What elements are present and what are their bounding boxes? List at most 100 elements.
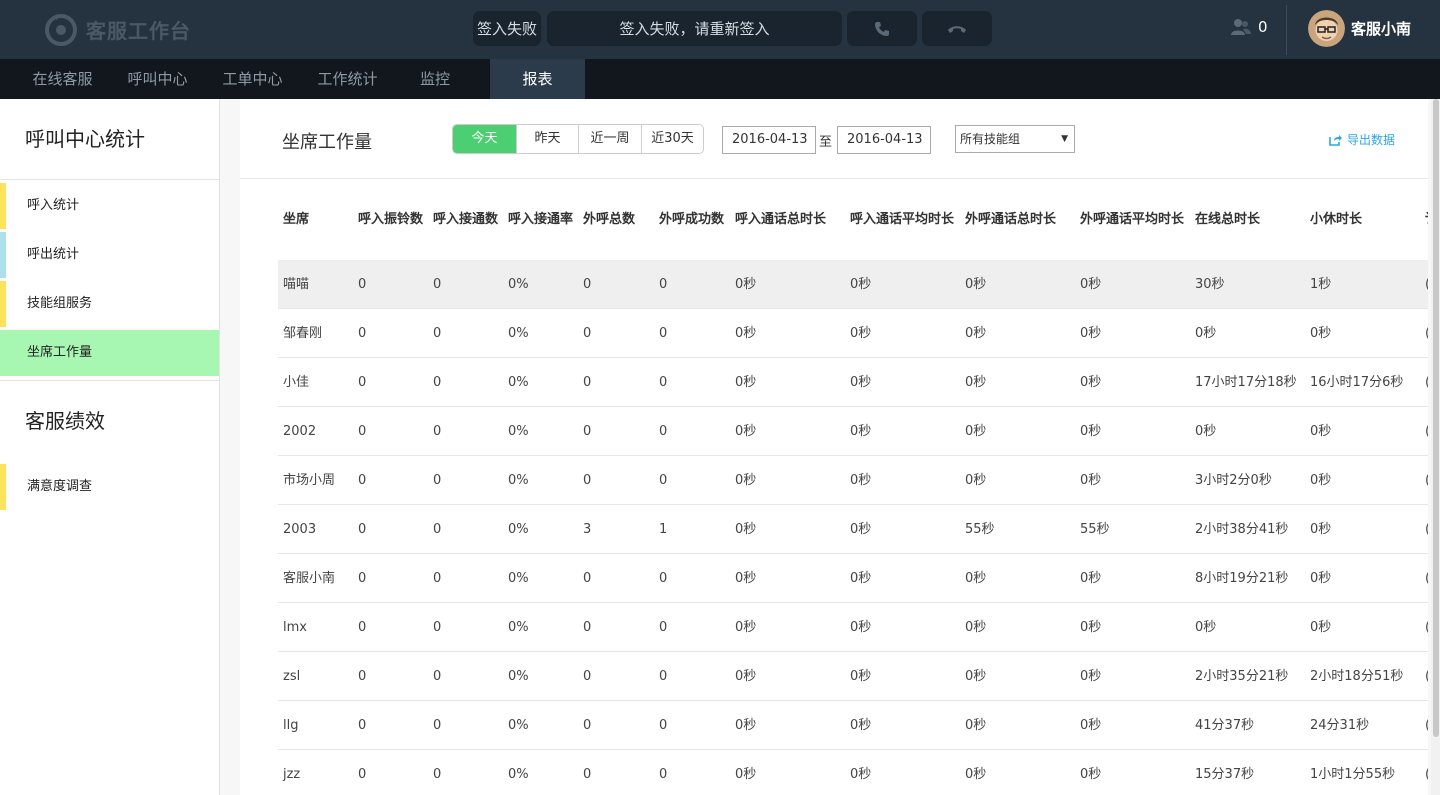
column-header[interactable]: 小休时长: [1305, 179, 1420, 260]
table-cell: jzz: [283, 767, 301, 782]
nav-reports[interactable]: 报表: [490, 59, 585, 99]
sidebar-item[interactable]: 坐席工作量: [0, 330, 219, 376]
table-cell: 0秒: [1310, 522, 1332, 537]
table-cell: 0秒: [965, 718, 987, 733]
table-cell: 0: [583, 277, 592, 292]
table-cell: 0秒: [850, 424, 872, 439]
table-cell: 0秒: [1310, 620, 1332, 635]
sidebar-item[interactable]: 呼入统计: [0, 183, 219, 229]
table-cell: 0%: [508, 326, 529, 341]
table-cell: 0: [659, 375, 668, 390]
table-cell: 0秒: [965, 326, 987, 341]
table-cell: 0: [433, 277, 442, 292]
sidebar-item-marker: [0, 183, 6, 229]
sidebar-item[interactable]: 技能组服务: [0, 281, 219, 327]
column-header[interactable]: 外呼通话总时长: [960, 179, 1075, 260]
table-row: 小佳 0 0 0% 0 0 0秒 0秒 0秒 0秒 17小时17分18秒 16小时17分6秒 (: [278, 358, 1428, 407]
table-cell: 17小时17分18秒: [1195, 375, 1297, 390]
table-cell: 0秒: [850, 718, 872, 733]
table-cell: 0: [583, 424, 592, 439]
table-cell: 0%: [508, 424, 529, 439]
nav-call-center[interactable]: 呼叫中心: [125, 59, 190, 99]
table-cell: 2小时18分51秒: [1310, 669, 1404, 684]
table-row: 喵喵 0 0 0% 0 0 0秒 0秒 0秒 0秒 30秒 1秒 (: [278, 260, 1428, 309]
column-header[interactable]: 在线总时长: [1190, 179, 1305, 260]
table-row: 2002 0 0 0% 0 0 0秒 0秒 0秒 0秒 0秒 0秒 (: [278, 407, 1428, 456]
sidebar-item-label: 呼出统计: [27, 247, 80, 262]
nav-ticket-center[interactable]: 工单中心: [190, 59, 315, 99]
app-logo: 客服工作台: [44, 10, 191, 48]
table-cell: 0秒: [1080, 669, 1102, 684]
table-cell: 2003: [283, 522, 317, 537]
agent-workload-table: 坐席 呼入振铃数 呼入接通数 呼入接通率 外呼总数 外呼成功数 呼入通话总时长 呼入通话平均时…: [278, 179, 1428, 795]
table-cell: 0: [583, 718, 592, 733]
table-cell: 0秒: [1080, 375, 1102, 390]
range-30days-button[interactable]: 近30天: [641, 125, 703, 153]
call-button[interactable]: [847, 11, 917, 46]
table-cell: 0秒: [735, 277, 757, 292]
nav-monitor[interactable]: 监控: [380, 59, 490, 99]
sidebar-item[interactable]: 呼出统计: [0, 232, 219, 278]
range-yesterday-button[interactable]: 昨天: [516, 125, 578, 153]
column-header[interactable]: 呼入通话平均时长: [845, 179, 960, 260]
start-date-input[interactable]: 2016-04-13: [722, 126, 816, 154]
sidebar-item-label: 呼入统计: [27, 198, 80, 213]
table-cell: 1小时1分55秒: [1310, 767, 1396, 782]
table-cell: 0秒: [965, 277, 987, 292]
table-cell: 0秒: [850, 620, 872, 635]
column-header[interactable]: 呼入接通率: [503, 179, 578, 260]
column-header[interactable]: 呼入接通数: [428, 179, 503, 260]
table-cell: 0秒: [735, 326, 757, 341]
table-cell: llg: [283, 718, 299, 733]
table-cell: (: [1420, 505, 1428, 553]
column-header[interactable]: 呼入通话总时长: [730, 179, 845, 260]
table-cell: 1秒: [1310, 277, 1332, 292]
sign-in-button[interactable]: 签入失败，请重新签入: [547, 11, 842, 46]
table-cell: 0秒: [1080, 277, 1102, 292]
table-cell: 0: [358, 473, 367, 488]
table-cell: 客服小南: [283, 571, 336, 586]
scrollbar[interactable]: [1431, 99, 1440, 795]
end-date-input[interactable]: 2016-04-13: [837, 126, 931, 154]
table-cell: 0秒: [1310, 424, 1332, 439]
table-cell: 邹春刚: [283, 326, 323, 341]
column-header[interactable]: 外呼成功数: [654, 179, 730, 260]
table-cell: 0: [659, 326, 668, 341]
nav-online-service[interactable]: 在线客服: [0, 59, 125, 99]
hangup-button[interactable]: [922, 11, 992, 46]
sidebar-list: 满意度调查: [0, 464, 219, 510]
status-indicator: 签入失败: [473, 11, 541, 46]
sidebar-section-title: 客服绩效: [25, 409, 105, 433]
column-header[interactable]: 坐席: [278, 179, 353, 260]
table-row: zsl 0 0 0% 0 0 0秒 0秒 0秒 0秒 2小时35分21秒 2小时18分51秒 (: [278, 652, 1428, 701]
table-cell: 0秒: [735, 571, 757, 586]
table-cell: 0: [583, 571, 592, 586]
range-week-button[interactable]: 近一周: [578, 125, 641, 153]
nav-work-stats[interactable]: 工作统计: [315, 59, 380, 99]
table-cell: 0%: [508, 620, 529, 635]
sidebar-item[interactable]: 满意度调查: [0, 464, 219, 510]
table-cell: (: [1420, 701, 1428, 749]
column-header[interactable]: 呼入振铃数: [353, 179, 428, 260]
table-cell: zsl: [283, 669, 301, 684]
table-cell: 0%: [508, 718, 529, 733]
column-header[interactable]: 讠: [1420, 179, 1428, 260]
table-cell: 3小时2分0秒: [1195, 473, 1272, 488]
table-cell: 0: [659, 277, 668, 292]
table-cell: 0秒: [850, 571, 872, 586]
skill-group-select[interactable]: 所有技能组 ▼: [955, 125, 1075, 153]
table-cell: 0秒: [965, 620, 987, 635]
column-header[interactable]: 外呼通话平均时长: [1075, 179, 1190, 260]
table-cell: 0秒: [1310, 326, 1332, 341]
table-cell: 0秒: [850, 767, 872, 782]
table-cell: 0秒: [1080, 473, 1102, 488]
export-button[interactable]: 导出数据: [1329, 131, 1395, 148]
main-nav: 在线客服 呼叫中心 工单中心 工作统计 监控 报表: [0, 59, 1440, 99]
table-cell: 0秒: [850, 669, 872, 684]
table-cell: 0秒: [965, 767, 987, 782]
user-menu[interactable]: 客服小南: [1308, 10, 1411, 47]
range-today-button[interactable]: 今天: [453, 125, 516, 153]
scrollbar-thumb[interactable]: [1433, 99, 1439, 737]
column-header[interactable]: 外呼总数: [578, 179, 654, 260]
table-cell: 0: [358, 571, 367, 586]
